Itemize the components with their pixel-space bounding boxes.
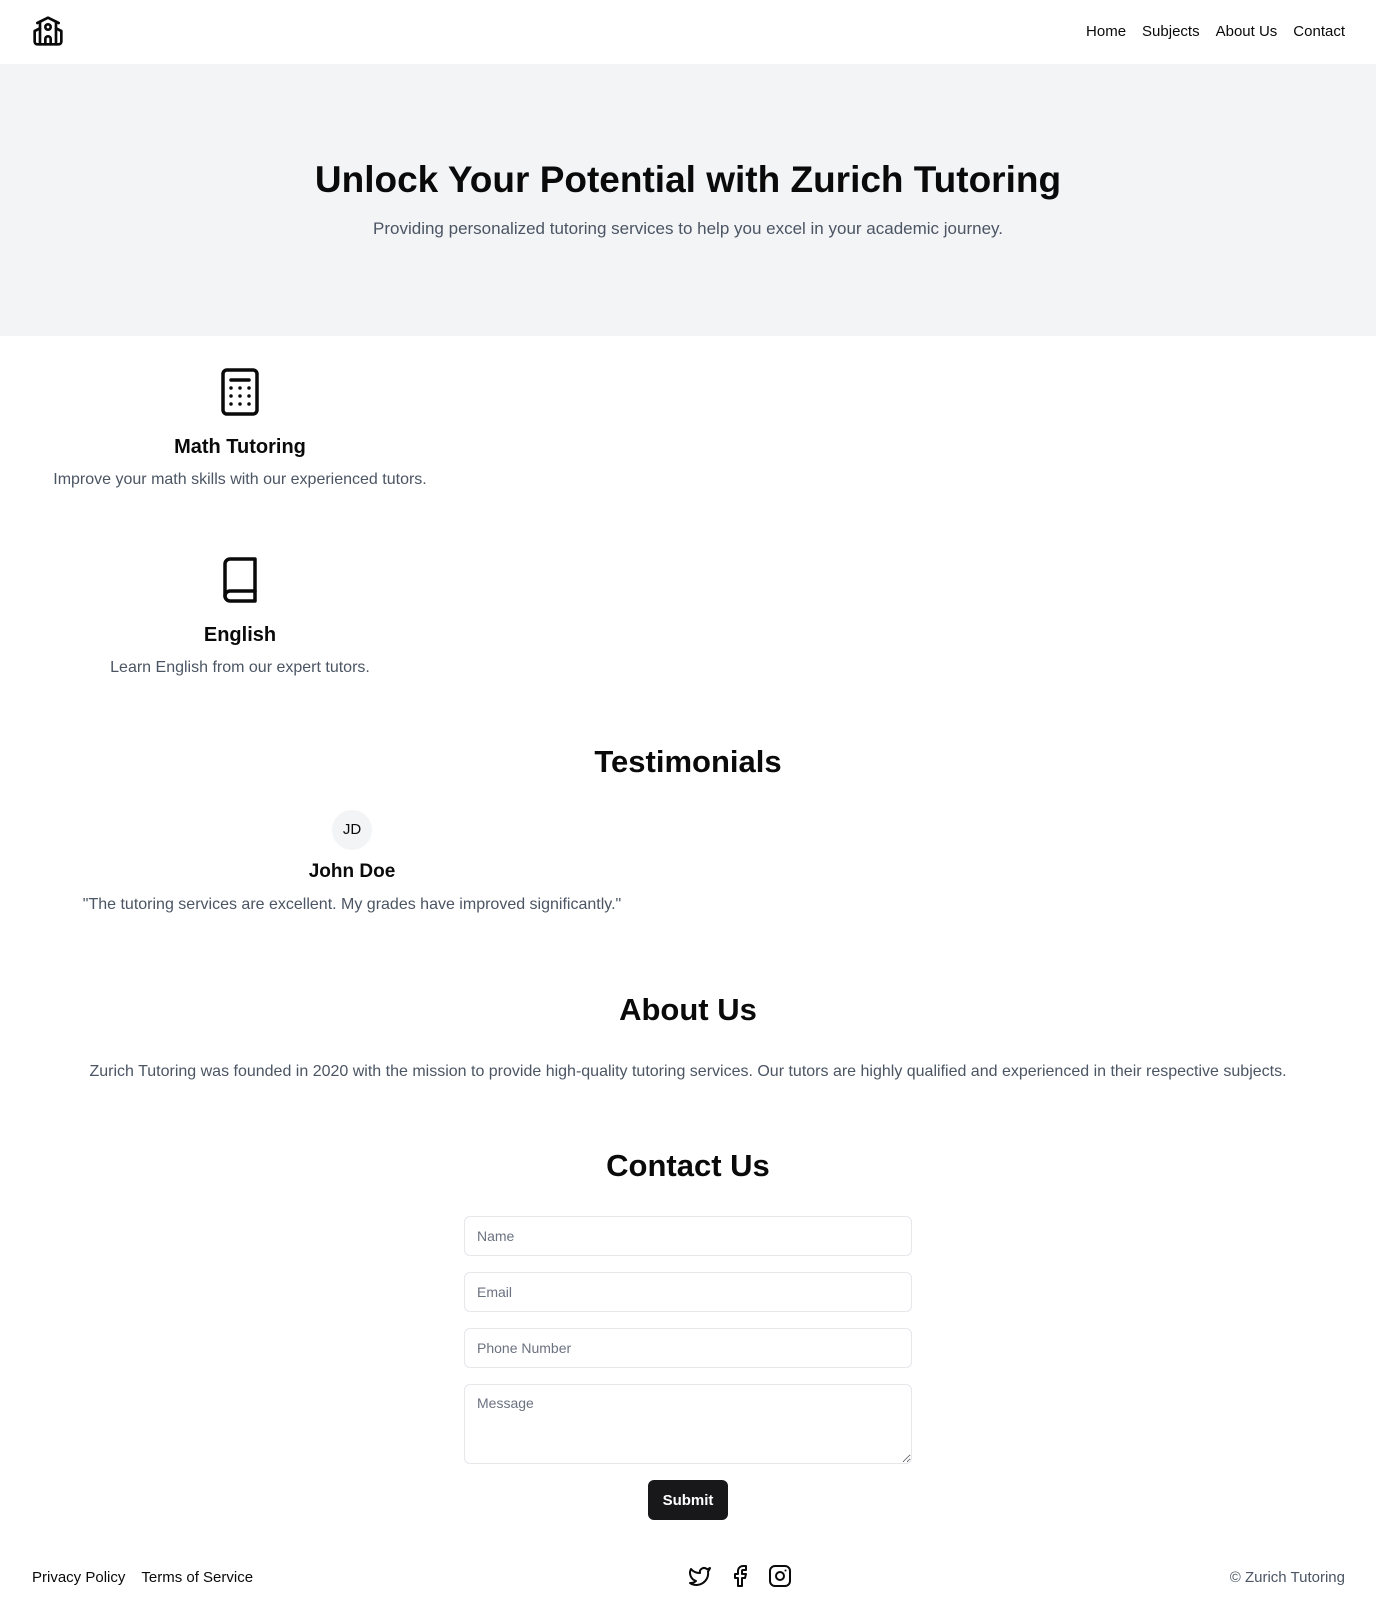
- submit-button[interactable]: Submit: [648, 1480, 728, 1520]
- about-text: Zurich Tutoring was founded in 2020 with…: [89, 1063, 1287, 1080]
- name-input[interactable]: [464, 1216, 912, 1256]
- subject-card-english: English Learn English from our expert tu…: [0, 556, 480, 680]
- subject-description: Learn English from our expert tutors.: [110, 659, 370, 676]
- email-input[interactable]: [464, 1272, 912, 1312]
- nav-link-contact[interactable]: Contact: [1293, 22, 1345, 42]
- avatar: JD: [332, 810, 372, 850]
- footer-link-privacy[interactable]: Privacy Policy: [32, 1568, 125, 1588]
- contact-title: Contact Us: [606, 1148, 770, 1183]
- hero-title: Unlock Your Potential with Zurich Tutori…: [314, 159, 1062, 200]
- nav-link-home[interactable]: Home: [1086, 22, 1126, 42]
- subject-card-math: Math Tutoring Improve your math skills w…: [0, 368, 480, 492]
- testimonials-title: Testimonials: [594, 744, 782, 779]
- site-header: Home Subjects About Us Contact: [0, 0, 1376, 64]
- twitter-icon[interactable]: [688, 1564, 712, 1588]
- subject-description: Improve your math skills with our experi…: [53, 471, 427, 488]
- hero-subtitle: Providing personalized tutoring services…: [373, 219, 1003, 238]
- instagram-icon[interactable]: [768, 1564, 792, 1588]
- facebook-icon[interactable]: [728, 1564, 752, 1588]
- hero-section: Unlock Your Potential with Zurich Tutori…: [0, 64, 1376, 336]
- school-building-icon[interactable]: [32, 15, 64, 47]
- phone-input[interactable]: [464, 1328, 912, 1368]
- nav-link-subjects[interactable]: Subjects: [1142, 22, 1200, 42]
- subject-title: Math Tutoring: [174, 436, 306, 458]
- testimonial-card: JD John Doe "The tutoring services are e…: [32, 810, 672, 917]
- nav-link-about-us[interactable]: About Us: [1216, 22, 1278, 42]
- footer-links: Privacy Policy Terms of Service: [32, 1568, 253, 1588]
- testimonial-quote: "The tutoring services are excellent. My…: [82, 896, 622, 913]
- calculator-icon: [220, 368, 260, 416]
- footer-link-terms[interactable]: Terms of Service: [141, 1568, 253, 1588]
- about-title: About Us: [619, 992, 757, 1027]
- message-textarea[interactable]: [464, 1384, 912, 1464]
- copyright-text: © Zurich Tutoring: [1229, 1569, 1345, 1586]
- testimonial-name: John Doe: [308, 861, 396, 882]
- main-nav: Home Subjects About Us Contact: [1086, 22, 1345, 42]
- book-icon: [220, 556, 260, 604]
- subject-title: English: [203, 624, 277, 646]
- social-links: [688, 1564, 792, 1588]
